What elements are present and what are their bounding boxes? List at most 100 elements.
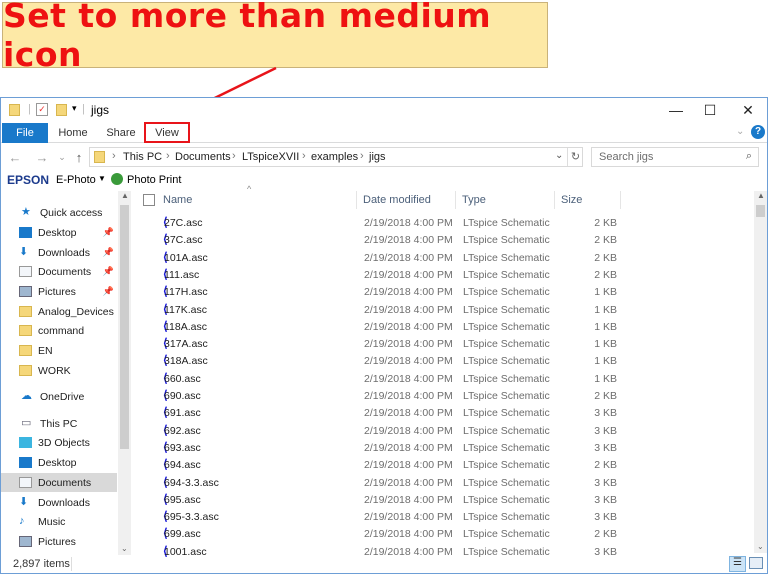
- file-row[interactable]: ⟨118A.asc2/19/2018 4:00 PMLTspice Schema…: [133, 319, 623, 336]
- file-row[interactable]: ⟨27C.asc2/19/2018 4:00 PMLTspice Schemat…: [133, 215, 623, 232]
- ephoto-dropdown-icon[interactable]: ▼: [98, 174, 106, 183]
- nav-item-music[interactable]: ♪Music: [1, 512, 117, 531]
- nav-item-quick-access[interactable]: ★Quick access: [1, 203, 117, 222]
- breadcrumb-jigs[interactable]: jigs: [369, 151, 386, 163]
- file-type: LTspice Schematic: [463, 442, 550, 454]
- desktop-icon: [19, 457, 32, 468]
- pin-icon: 📌: [103, 266, 114, 277]
- nav-item-analog-devices[interactable]: Analog_Devices: [1, 302, 117, 321]
- download-icon: ⬇: [19, 497, 32, 508]
- tab-file[interactable]: File: [2, 123, 48, 143]
- scrollbar-thumb[interactable]: [756, 205, 765, 217]
- file-row[interactable]: ⟨693.asc2/19/2018 4:00 PMLTspice Schemat…: [133, 440, 623, 457]
- breadcrumb-documents[interactable]: Documents: [175, 151, 231, 163]
- nav-item-label: Pictures: [38, 536, 76, 548]
- back-button[interactable]: ←: [7, 147, 23, 167]
- breadcrumb-examples[interactable]: examples: [311, 151, 358, 163]
- file-size: 1 KB: [563, 373, 617, 385]
- address-bar[interactable]: ›This PC ›Documents ›LTspiceXVII ›exampl…: [89, 147, 583, 167]
- large-icons-view-button[interactable]: [749, 557, 763, 569]
- search-input[interactable]: Search jigs⌕: [591, 147, 759, 167]
- photo-print-button[interactable]: Photo Print: [127, 174, 181, 186]
- customize-toolbar-icon[interactable]: ▾: [72, 103, 77, 114]
- nav-item-this-pc[interactable]: ▭This PC: [1, 414, 117, 433]
- file-row[interactable]: ⟨690.asc2/19/2018 4:00 PMLTspice Schemat…: [133, 388, 623, 405]
- file-row[interactable]: ⟨101A.asc2/19/2018 4:00 PMLTspice Schema…: [133, 250, 623, 267]
- file-row[interactable]: ⟨660.asc2/19/2018 4:00 PMLTspice Schemat…: [133, 371, 623, 388]
- properties-icon[interactable]: ✓: [36, 103, 48, 116]
- breadcrumb-ltspicexvii[interactable]: LTspiceXVII: [242, 151, 299, 163]
- new-folder-icon[interactable]: [56, 104, 67, 116]
- help-icon[interactable]: ?: [751, 125, 765, 139]
- divider: |: [82, 103, 85, 115]
- expand-ribbon-icon[interactable]: ⌄: [736, 126, 744, 137]
- scrollbar-thumb[interactable]: [120, 205, 129, 449]
- tab-share[interactable]: Share: [101, 123, 141, 143]
- file-row[interactable]: ⟨695-3.3.asc2/19/2018 4:00 PMLTspice Sch…: [133, 509, 623, 526]
- column-header-size[interactable]: Size: [555, 191, 621, 209]
- nav-item-command[interactable]: command: [1, 321, 117, 340]
- file-name: 694-3.3.asc: [164, 477, 219, 489]
- nav-item-documents[interactable]: Documents: [1, 473, 117, 492]
- select-all-checkbox[interactable]: [143, 194, 155, 206]
- scroll-down-icon[interactable]: ⌄: [121, 544, 128, 553]
- column-header-date-modified[interactable]: Date modified: [357, 191, 456, 209]
- column-header-name[interactable]: Name: [157, 191, 357, 209]
- file-date: 2/19/2018 4:00 PM: [364, 217, 453, 229]
- file-row[interactable]: ⟨117K.asc2/19/2018 4:00 PMLTspice Schema…: [133, 302, 623, 319]
- file-row[interactable]: ⟨699.asc2/19/2018 4:00 PMLTspice Schemat…: [133, 526, 623, 543]
- minimize-button[interactable]: —: [659, 98, 693, 122]
- recent-locations-button[interactable]: ⌄: [54, 147, 70, 167]
- search-icon[interactable]: ⌕: [746, 150, 752, 163]
- tab-home[interactable]: Home: [53, 123, 93, 143]
- file-row[interactable]: ⟨694-3.3.asc2/19/2018 4:00 PMLTspice Sch…: [133, 475, 623, 492]
- scroll-up-icon[interactable]: ▲: [757, 191, 765, 200]
- file-type: LTspice Schematic: [463, 217, 550, 229]
- file-size: 2 KB: [563, 528, 617, 540]
- column-header-type[interactable]: Type: [456, 191, 555, 209]
- file-list-scrollbar[interactable]: ▲ ⌄: [754, 191, 767, 553]
- nav-item-desktop[interactable]: Desktop📌: [1, 223, 117, 242]
- up-button[interactable]: ↑: [71, 147, 87, 167]
- ephoto-button[interactable]: E-Photo: [56, 174, 96, 186]
- nav-item-onedrive[interactable]: ☁OneDrive: [1, 387, 117, 406]
- file-row[interactable]: ⟨691.asc2/19/2018 4:00 PMLTspice Schemat…: [133, 405, 623, 422]
- nav-item-label: command: [38, 325, 84, 337]
- nav-item-pictures[interactable]: Pictures📌: [1, 282, 117, 301]
- nav-pane-scrollbar[interactable]: ▲ ⌄: [118, 191, 131, 555]
- file-row[interactable]: ⟨695.asc2/19/2018 4:00 PMLTspice Schemat…: [133, 492, 623, 509]
- file-type: LTspice Schematic: [463, 355, 550, 367]
- file-row[interactable]: ⟨37C.asc2/19/2018 4:00 PMLTspice Schemat…: [133, 232, 623, 249]
- sort-ascending-icon: ^: [247, 184, 251, 194]
- file-row[interactable]: ⟨317A.asc2/19/2018 4:00 PMLTspice Schema…: [133, 336, 623, 353]
- refresh-icon[interactable]: ↻: [567, 148, 583, 166]
- file-date: 2/19/2018 4:00 PM: [364, 442, 453, 454]
- breadcrumb-this-pc[interactable]: This PC: [123, 151, 162, 163]
- file-row[interactable]: ⟨318A.asc2/19/2018 4:00 PMLTspice Schema…: [133, 353, 623, 370]
- nav-item-3d-objects[interactable]: 3D Objects: [1, 433, 117, 452]
- scroll-up-icon[interactable]: ▲: [121, 191, 129, 200]
- file-row[interactable]: ⟨117H.asc2/19/2018 4:00 PMLTspice Schema…: [133, 284, 623, 301]
- address-dropdown-icon[interactable]: ⌄: [555, 150, 563, 161]
- file-row[interactable]: ⟨694.asc2/19/2018 4:00 PMLTspice Schemat…: [133, 457, 623, 474]
- file-row[interactable]: ⟨111.asc2/19/2018 4:00 PMLTspice Schemat…: [133, 267, 623, 284]
- file-size: 2 KB: [563, 269, 617, 281]
- forward-button[interactable]: →: [34, 147, 50, 167]
- nav-item-en[interactable]: EN: [1, 341, 117, 360]
- nav-item-desktop[interactable]: Desktop: [1, 453, 117, 472]
- details-view-button[interactable]: ☰: [729, 556, 746, 572]
- nav-item-downloads[interactable]: ⬇Downloads📌: [1, 243, 117, 262]
- instruction-callout: Set to more than medium icon: [2, 2, 548, 68]
- nav-item-downloads[interactable]: ⬇Downloads: [1, 493, 117, 512]
- close-button[interactable]: ✕: [731, 98, 765, 122]
- nav-item-documents[interactable]: Documents📌: [1, 262, 117, 281]
- nav-item-pictures[interactable]: Pictures: [1, 532, 117, 551]
- file-name: 690.asc: [164, 390, 201, 402]
- maximize-button[interactable]: ☐: [693, 98, 727, 122]
- file-row[interactable]: ⟨692.asc2/19/2018 4:00 PMLTspice Schemat…: [133, 423, 623, 440]
- nav-item-label: Pictures: [38, 286, 76, 298]
- file-size: 3 KB: [563, 477, 617, 489]
- nav-item-work[interactable]: WORK: [1, 361, 117, 380]
- scroll-down-icon[interactable]: ⌄: [757, 542, 764, 551]
- computer-icon: ▭: [21, 418, 34, 429]
